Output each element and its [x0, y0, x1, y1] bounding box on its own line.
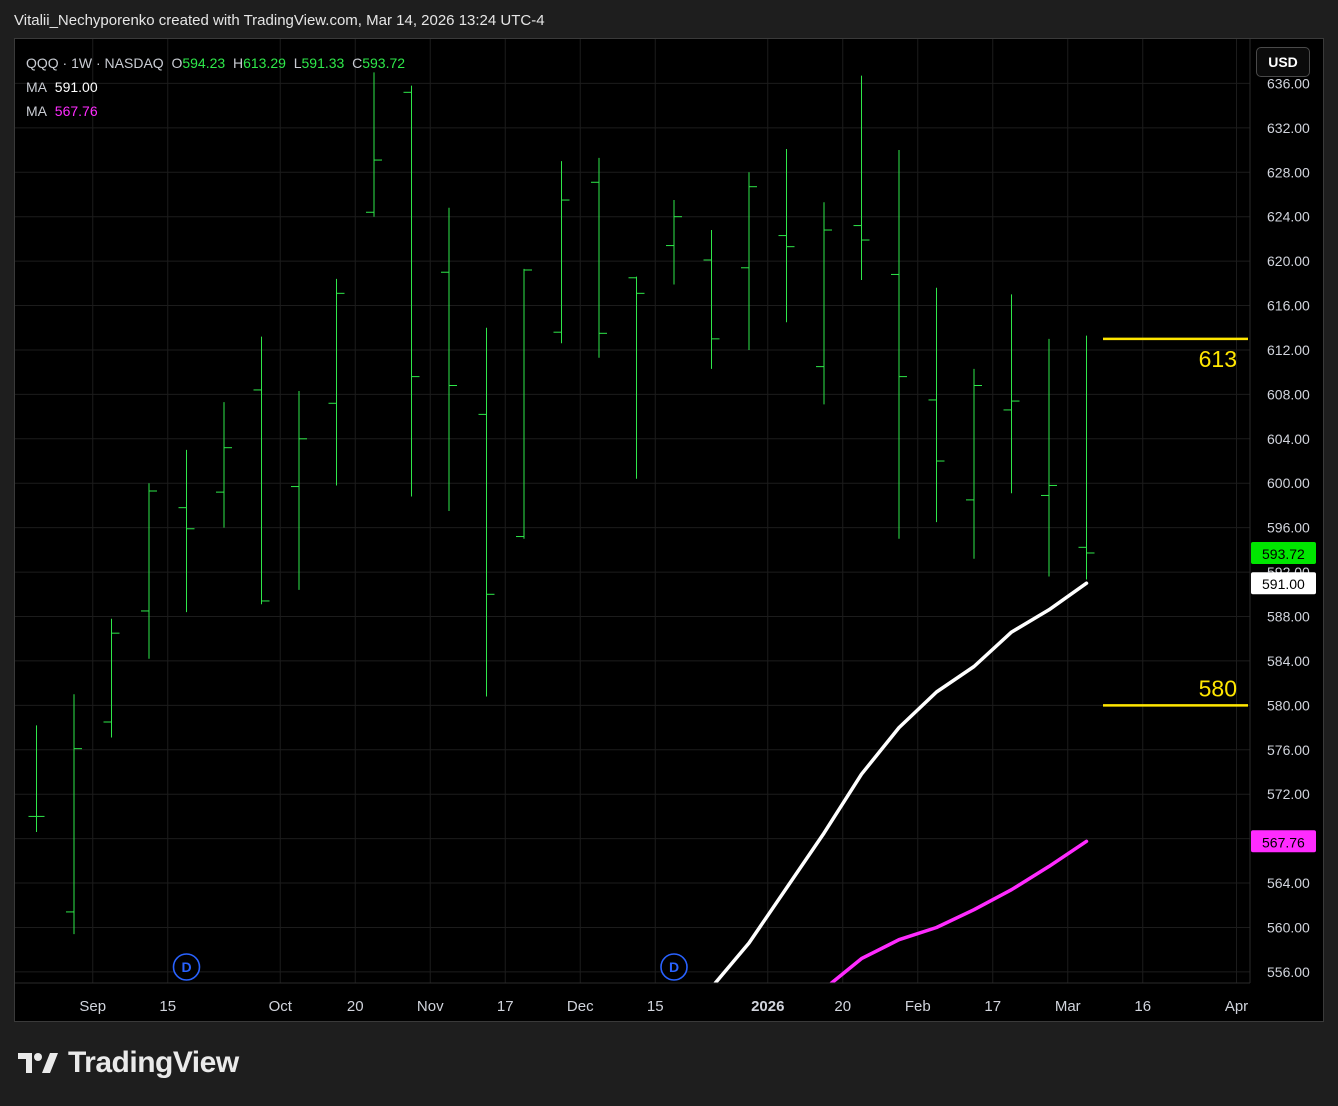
high-value: 613.29: [243, 55, 286, 71]
x-tick-label: Mar: [1055, 998, 1081, 1015]
price-tag-label: 593.72: [1262, 546, 1305, 562]
x-tick-label: Apr: [1225, 998, 1248, 1015]
y-tick-label: 564.00: [1267, 875, 1310, 891]
close-value: 593.72: [362, 55, 406, 71]
x-tick-label: 15: [647, 998, 664, 1015]
chart-frame[interactable]: 613 580 636.00 632.00 628.00 624.00 620.00 616.…: [14, 38, 1324, 1022]
y-tick-label: 588.00: [1267, 609, 1310, 625]
y-tick-label: 628.00: [1267, 164, 1310, 180]
x-tick-label: Sep: [79, 998, 106, 1015]
y-tick-label: 584.00: [1267, 653, 1310, 669]
x-tick-label: Dec: [567, 998, 594, 1015]
symbol-label[interactable]: QQQ · 1W · NASDAQ: [26, 55, 164, 71]
open-label: O: [171, 55, 183, 71]
y-tick-label: 636.00: [1267, 75, 1310, 91]
y-tick-label: 620.00: [1267, 253, 1310, 269]
low-label: L: [293, 55, 302, 71]
high-label: H: [232, 55, 244, 71]
snapshot-caption: Vitalii_Nechyporenko created with Tradin…: [14, 12, 545, 29]
x-tick-label: Nov: [417, 998, 444, 1015]
x-tick-label: Oct: [269, 998, 293, 1015]
ma2-value: 567.76: [54, 103, 98, 119]
level-label: 613: [1199, 346, 1237, 372]
price-tag-label: 567.76: [1262, 834, 1305, 850]
brand-name: TradingView: [68, 1046, 239, 1079]
currency-button[interactable]: USD: [1256, 47, 1310, 77]
x-tick-label: 17: [984, 998, 1001, 1015]
dividend-marker-label: D: [669, 959, 679, 975]
x-tick-label: 20: [347, 998, 364, 1015]
y-tick-label: 576.00: [1267, 742, 1310, 758]
plot-area[interactable]: [15, 39, 1250, 983]
x-tick-label: 16: [1134, 998, 1151, 1015]
y-tick-label: 624.00: [1267, 209, 1310, 225]
open-value: 594.23: [182, 55, 226, 71]
y-tick-label: 612.00: [1267, 342, 1310, 358]
y-tick-label: 608.00: [1267, 386, 1310, 402]
y-tick-label: 604.00: [1267, 431, 1310, 447]
price-tag-label: 591.00: [1262, 576, 1305, 592]
close-label: C: [352, 55, 363, 71]
y-tick-label: 560.00: [1267, 919, 1310, 935]
ma1-value: 591.00: [54, 79, 98, 95]
y-tick-label: 632.00: [1267, 120, 1310, 136]
ma2-label: MA: [26, 103, 47, 119]
x-tick-label: 20: [834, 998, 851, 1015]
chart-legend: QQQ · 1W · NASDAQ O594.23 H613.29 L591.3…: [26, 51, 405, 123]
x-tick-label: 17: [497, 998, 514, 1015]
ma1-legend-row[interactable]: MA 591.00: [26, 75, 405, 99]
brand: TradingView: [18, 1046, 239, 1080]
ma1-label: MA: [26, 79, 47, 95]
y-tick-label: 600.00: [1267, 475, 1310, 491]
y-tick-label: 596.00: [1267, 520, 1310, 536]
y-tick-label: 580.00: [1267, 697, 1310, 713]
y-tick-label: 556.00: [1267, 964, 1310, 980]
x-tick-label: Feb: [905, 998, 931, 1015]
level-label: 580: [1199, 675, 1237, 701]
x-tick-label: 15: [159, 998, 176, 1015]
price-chart[interactable]: 613 580 636.00 632.00 628.00 624.00 620.00 616.…: [15, 39, 1323, 1021]
y-tick-label: 616.00: [1267, 298, 1310, 314]
time-axis[interactable]: [15, 983, 1323, 1021]
ohlc-legend-row: QQQ · 1W · NASDAQ O594.23 H613.29 L591.3…: [26, 51, 405, 75]
ma2-legend-row[interactable]: MA 567.76: [26, 99, 405, 123]
y-tick-label: 572.00: [1267, 786, 1310, 802]
dividend-marker-label: D: [181, 959, 191, 975]
tradingview-logo-icon: [18, 1053, 58, 1073]
x-tick-label: 2026: [751, 998, 784, 1015]
low-value: 591.33: [301, 55, 345, 71]
